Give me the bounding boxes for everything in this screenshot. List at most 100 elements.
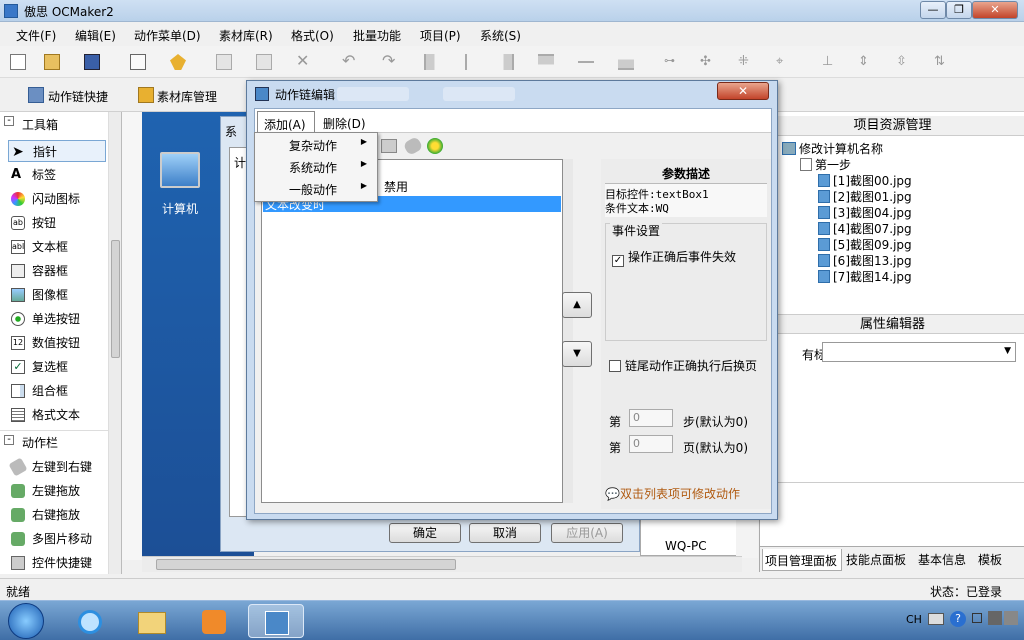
tab-skill-points[interactable]: 技能点面板 bbox=[846, 551, 906, 568]
tool-checkbox[interactable]: ✓ 复选框 bbox=[8, 356, 106, 378]
tree-step[interactable]: 第一步 bbox=[800, 156, 851, 173]
collapse-icon[interactable]: - bbox=[4, 435, 14, 445]
ctx-system-action[interactable]: 系统动作 ▶ bbox=[289, 159, 375, 176]
menu-edit[interactable]: 编辑(E) bbox=[75, 27, 116, 44]
h-increase-icon[interactable]: ✣ bbox=[700, 54, 716, 70]
sys-tab-label[interactable]: 计 bbox=[234, 154, 246, 171]
taskbar-ocmaker[interactable] bbox=[248, 604, 304, 638]
tool-richtext[interactable]: 格式文本 bbox=[8, 404, 106, 426]
checkbox-checked-icon[interactable]: ✓ bbox=[612, 255, 624, 267]
taskbar-ie[interactable] bbox=[62, 604, 118, 638]
new-icon[interactable] bbox=[10, 54, 26, 70]
open-icon[interactable] bbox=[44, 54, 60, 70]
v-decrease-icon[interactable]: ⇳ bbox=[896, 54, 912, 70]
computer-icon[interactable] bbox=[160, 152, 200, 188]
align-top-icon[interactable] bbox=[538, 54, 554, 70]
step-spinner[interactable]: 0 bbox=[629, 409, 673, 427]
tool-numeric[interactable]: 12 数值按钮 bbox=[8, 332, 106, 354]
network-icon[interactable] bbox=[988, 611, 1002, 625]
v-spacing-icon[interactable]: ⊥ bbox=[822, 54, 838, 70]
collapse-icon[interactable]: - bbox=[4, 116, 14, 126]
align-left-icon[interactable] bbox=[424, 54, 440, 70]
tool-pointer[interactable]: ➤ 指针 bbox=[8, 140, 106, 162]
tab-basic-info[interactable]: 基本信息 bbox=[918, 551, 966, 568]
save-icon[interactable] bbox=[84, 54, 100, 70]
action-chain-shortcut-button[interactable]: 动作链快捷 bbox=[48, 88, 108, 105]
ctx-general-action[interactable]: 一般动作 ▶ bbox=[289, 181, 375, 198]
minimize-button[interactable]: — bbox=[920, 1, 946, 19]
action-section-header[interactable]: - 动作栏 bbox=[0, 430, 108, 450]
tree-root[interactable]: 修改计算机名称 bbox=[782, 140, 883, 157]
event-option[interactable]: ✓ 操作正确后事件失效 bbox=[612, 248, 736, 267]
menu-file[interactable]: 文件(F) bbox=[16, 27, 56, 44]
menu-delete[interactable]: 删除(D) bbox=[323, 115, 366, 132]
scroll-thumb[interactable] bbox=[156, 559, 456, 570]
action-shortcut-key[interactable]: 控件快捷键 bbox=[8, 552, 106, 574]
action-multi-image-move[interactable]: 多图片移动 bbox=[8, 528, 106, 550]
list-item[interactable]: 禁用 bbox=[384, 178, 408, 195]
v-remove-icon[interactable]: ⇅ bbox=[934, 54, 950, 70]
tree-file[interactable]: [5]截图09.jpg bbox=[818, 236, 912, 253]
menu-project[interactable]: 项目(P) bbox=[420, 27, 461, 44]
properties-icon[interactable] bbox=[130, 54, 146, 70]
align-center-icon[interactable] bbox=[458, 54, 474, 70]
tree-file[interactable]: [3]截图04.jpg bbox=[818, 204, 912, 221]
tree-file[interactable]: [6]截图13.jpg bbox=[818, 252, 912, 269]
keyboard-icon[interactable] bbox=[381, 139, 397, 153]
close-button[interactable]: ✕ bbox=[972, 1, 1018, 19]
menu-system[interactable]: 系统(S) bbox=[480, 27, 521, 44]
tab-project-management[interactable]: 项目管理面板 bbox=[762, 549, 842, 571]
v-increase-icon[interactable]: ⇕ bbox=[858, 54, 874, 70]
toolbox-header[interactable]: - 工具箱 bbox=[0, 114, 108, 134]
apply-button[interactable]: 应用(A) bbox=[551, 523, 623, 543]
tree-file[interactable]: [4]截图07.jpg bbox=[818, 220, 912, 237]
h-spacing-icon[interactable]: ⊶ bbox=[664, 54, 680, 70]
tool-container[interactable]: 容器框 bbox=[8, 260, 106, 282]
menu-action[interactable]: 动作菜单(D) bbox=[134, 27, 201, 44]
volume-icon[interactable] bbox=[1004, 611, 1018, 625]
page-spinner[interactable]: 0 bbox=[629, 435, 673, 453]
tree-file[interactable]: [2]截图01.jpg bbox=[818, 188, 912, 205]
action-left-drag[interactable]: 左键拖放 bbox=[8, 480, 106, 502]
scroll-thumb[interactable] bbox=[111, 240, 120, 358]
paste-icon[interactable] bbox=[256, 54, 272, 70]
align-right-icon[interactable] bbox=[498, 54, 514, 70]
tool-combobox[interactable]: 组合框 bbox=[8, 380, 106, 402]
material-library-button[interactable]: 素材库管理 bbox=[157, 88, 217, 105]
copy-icon[interactable] bbox=[216, 54, 232, 70]
tool-button[interactable]: ab 按钮 bbox=[8, 212, 106, 234]
dialog-close-button[interactable]: ✕ bbox=[717, 82, 769, 100]
checkbox-icon[interactable] bbox=[609, 360, 621, 372]
undo-icon[interactable]: ↶ bbox=[342, 53, 358, 70]
tool-image[interactable]: 图像框 bbox=[8, 284, 106, 306]
canvas-hscrollbar[interactable] bbox=[142, 556, 742, 572]
refresh-icon[interactable] bbox=[427, 138, 443, 154]
move-down-button[interactable]: ▼ bbox=[562, 341, 592, 367]
tag-dropdown[interactable]: ▼ bbox=[822, 342, 1016, 362]
align-bottom-icon[interactable] bbox=[618, 54, 634, 70]
ctx-complex-action[interactable]: 复杂动作 ▶ bbox=[289, 137, 375, 154]
chain-option[interactable]: 链尾动作正确执行后换页 bbox=[609, 357, 757, 374]
tool-flash-icon[interactable]: 闪动图标 bbox=[8, 188, 106, 210]
toolbox-scrollbar[interactable] bbox=[108, 112, 121, 574]
cancel-button[interactable]: 取消 bbox=[469, 523, 541, 543]
start-button[interactable] bbox=[8, 603, 44, 639]
h-remove-icon[interactable]: ⌖ bbox=[776, 54, 792, 70]
redo-icon[interactable]: ↷ bbox=[382, 53, 398, 70]
delete-icon[interactable]: ✕ bbox=[296, 53, 312, 70]
tool-radio[interactable]: 单选按钮 bbox=[8, 308, 106, 330]
align-middle-icon[interactable] bbox=[578, 54, 594, 70]
taskbar-explorer[interactable] bbox=[124, 604, 180, 638]
tool-textbox[interactable]: abl 文本框 bbox=[8, 236, 106, 258]
taskbar-media[interactable] bbox=[186, 604, 242, 638]
ok-button[interactable]: 确定 bbox=[389, 523, 461, 543]
action-right-drag[interactable]: 右键拖放 bbox=[8, 504, 106, 526]
keyboard-icon[interactable] bbox=[928, 613, 944, 625]
menu-batch[interactable]: 批量功能 bbox=[353, 27, 401, 44]
tab-template[interactable]: 模板 bbox=[978, 551, 1002, 568]
help-icon[interactable]: ? bbox=[950, 611, 966, 627]
menu-add[interactable]: 添加(A) bbox=[257, 111, 315, 133]
action-left-to-right[interactable]: 左键到右键 bbox=[8, 456, 106, 478]
menu-format[interactable]: 格式(O) bbox=[291, 27, 334, 44]
tool-label-control[interactable]: A 标签 bbox=[8, 164, 106, 186]
